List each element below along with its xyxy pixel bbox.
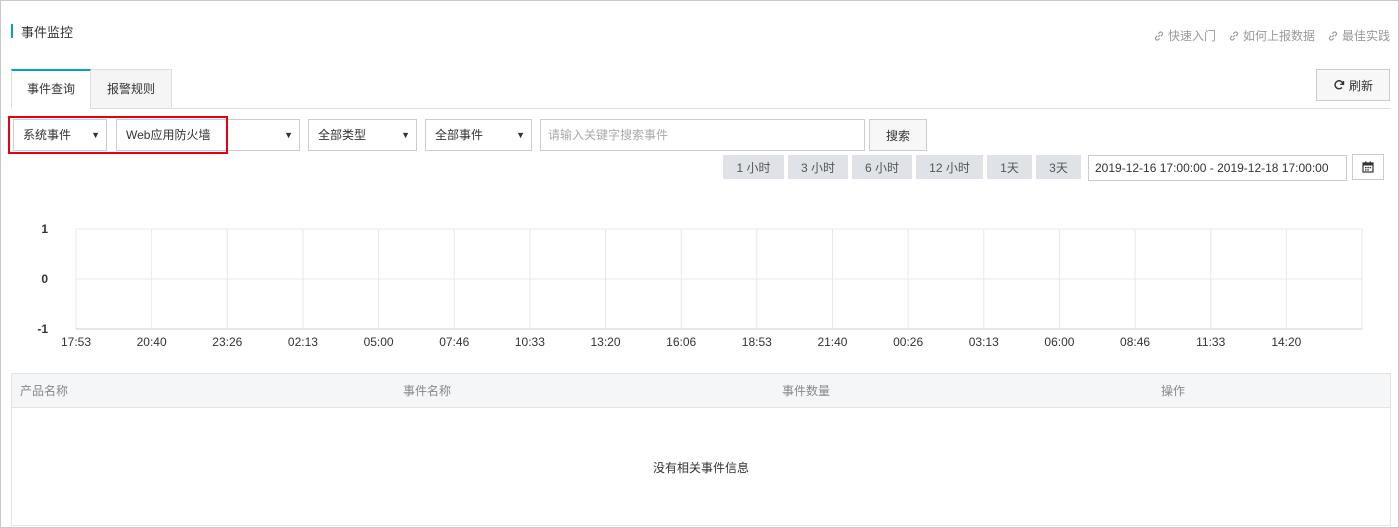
report-data-link[interactable]: 如何上报数据 xyxy=(1228,27,1315,44)
chart-y-tick-label: 1 xyxy=(41,222,48,236)
event-table: 产品名称 事件名称 事件数量 操作 没有相关事件信息 xyxy=(11,373,1391,526)
event-filter-value: 全部事件 xyxy=(435,128,484,142)
best-practice-label: 最佳实践 xyxy=(1341,29,1390,43)
search-input[interactable] xyxy=(540,119,865,151)
search-button[interactable]: 搜索 xyxy=(869,119,927,151)
table-header: 产品名称 事件名称 事件数量 操作 xyxy=(12,374,1390,408)
link-icon xyxy=(1229,30,1239,41)
chart-x-tick-label: 21:40 xyxy=(817,335,847,349)
calendar-button[interactable] xyxy=(1352,154,1384,180)
chevron-down-icon: ▼ xyxy=(91,130,100,140)
event-monitor-panel: 事件监控 快速入门 如何上报数据 最佳实践 事件查询 报警规则 刷新 系统事件 … xyxy=(0,0,1399,528)
range-1h-button[interactable]: 1 小时 xyxy=(723,155,784,179)
chevron-down-icon: ▼ xyxy=(284,130,293,140)
chart-x-tick-label: 23:26 xyxy=(212,335,242,349)
product-select[interactable]: Web应用防火墙 ▼ xyxy=(116,119,300,151)
chart-x-tick-label: 08:46 xyxy=(1120,335,1150,349)
chart-x-tick-label: 03:13 xyxy=(969,335,999,349)
chart-x-tick-label: 13:20 xyxy=(591,335,621,349)
report-data-label: 如何上报数据 xyxy=(1242,29,1315,43)
tab-event-query[interactable]: 事件查询 xyxy=(11,69,91,109)
chart-x-tick-label: 14:20 xyxy=(1271,335,1301,349)
range-3h-button[interactable]: 3 小时 xyxy=(788,155,848,179)
page-title-bar: 事件监控 xyxy=(11,23,74,40)
help-links: 快速入门 如何上报数据 最佳实践 xyxy=(1153,27,1390,44)
range-1d-button[interactable]: 1天 xyxy=(987,155,1032,179)
link-icon xyxy=(1328,30,1338,41)
chart-x-tick-label: 16:06 xyxy=(666,335,696,349)
best-practice-link[interactable]: 最佳实践 xyxy=(1327,27,1390,44)
event-scope-select[interactable]: 系统事件 ▼ xyxy=(13,119,107,151)
column-header-event-count: 事件数量 xyxy=(782,384,831,398)
title-accent-bar xyxy=(11,24,13,38)
link-icon xyxy=(1154,30,1163,41)
chevron-down-icon: ▼ xyxy=(516,130,525,140)
quick-start-link[interactable]: 快速入门 xyxy=(1153,27,1216,44)
date-range-field[interactable]: 2019-12-16 17:00:00 - 2019-12-18 17:00:0… xyxy=(1088,155,1347,181)
column-header-product: 产品名称 xyxy=(20,384,69,398)
refresh-label: 刷新 xyxy=(1348,78,1373,93)
chart-y-tick-label: -1 xyxy=(37,322,48,336)
product-value: Web应用防火墙 xyxy=(126,128,211,142)
chart-x-tick-label: 18:53 xyxy=(742,335,772,349)
tabs-divider xyxy=(11,108,1390,109)
chart-x-tick-label: 11:33 xyxy=(1196,335,1225,349)
chart-x-tick-label: 07:46 xyxy=(439,335,469,349)
range-6h-button[interactable]: 6 小时 xyxy=(852,155,912,179)
chart-y-tick-label: 0 xyxy=(41,272,48,286)
refresh-button[interactable]: 刷新 xyxy=(1316,69,1390,101)
event-filter-select[interactable]: 全部事件 ▼ xyxy=(425,119,532,151)
chart-x-tick-label: 20:40 xyxy=(137,335,167,349)
chart-x-tick-label: 17:53 xyxy=(61,335,91,349)
refresh-icon xyxy=(1334,80,1345,90)
column-header-event-name: 事件名称 xyxy=(403,384,452,398)
chart-x-tick-label: 02:13 xyxy=(288,335,318,349)
calendar-icon xyxy=(1362,161,1374,173)
range-3d-button[interactable]: 3天 xyxy=(1036,155,1081,179)
range-12h-button[interactable]: 12 小时 xyxy=(916,155,983,179)
chart-x-tick-label: 05:00 xyxy=(364,335,394,349)
chart-x-tick-label: 06:00 xyxy=(1044,335,1074,349)
event-scope-value: 系统事件 xyxy=(23,128,72,142)
tab-alarm-rules[interactable]: 报警规则 xyxy=(91,69,172,109)
chart-x-tick-label: 00:26 xyxy=(893,335,923,349)
page-title: 事件监控 xyxy=(21,24,74,40)
type-filter-value: 全部类型 xyxy=(318,128,367,142)
chevron-down-icon: ▼ xyxy=(401,130,410,140)
chart-x-tick-label: 10:33 xyxy=(515,335,545,349)
quick-start-label: 快速入门 xyxy=(1167,29,1216,43)
tab-bar: 事件查询 报警规则 xyxy=(11,69,172,109)
column-header-actions: 操作 xyxy=(1161,384,1186,398)
event-chart: 1 0 -1 17:53 20:40 23:26 02:13 05:00 07:46 10:33 1… xyxy=(37,222,1363,349)
type-filter-select[interactable]: 全部类型 ▼ xyxy=(308,119,417,151)
empty-message: 没有相关事件信息 xyxy=(652,461,749,475)
